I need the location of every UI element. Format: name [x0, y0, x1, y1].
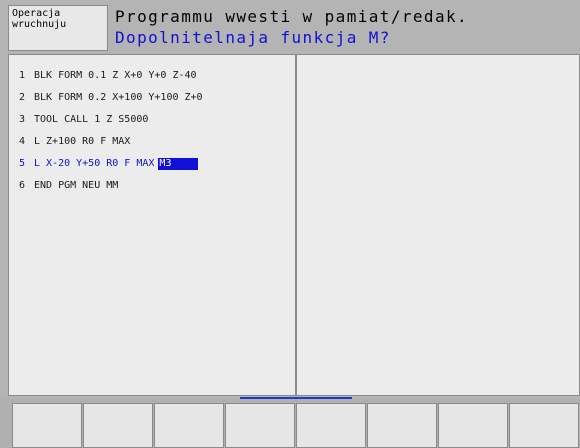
tnc-screen: Operacja wruchnuju Programmu wwesti w pa…: [0, 0, 580, 448]
line-number: 2: [19, 92, 26, 103]
line-text: BLK FORM 0.2 X+100 Y+100 Z+0: [34, 92, 203, 103]
softkey-6[interactable]: [367, 403, 437, 448]
line-text: END PGM NEU MM: [34, 180, 119, 191]
line-text: BLK FORM 0.1 Z X+0 Y+0 Z-40: [34, 70, 197, 81]
softkey-4[interactable]: [225, 403, 295, 448]
line-text: L Z+100 R0 F MAX: [34, 136, 131, 147]
mode-label-line2: wruchnuju: [12, 19, 67, 30]
line-number: 1: [19, 70, 26, 81]
mode-label-line1: Operacja: [12, 8, 61, 19]
softkey-5[interactable]: [296, 403, 366, 448]
program-line[interactable]: 1 BLK FORM 0.1 Z X+0 Y+0 Z-40: [9, 65, 295, 87]
line-number: 3: [19, 114, 26, 125]
softkey-2[interactable]: [83, 403, 153, 448]
softkey-7[interactable]: [438, 403, 508, 448]
softkey-3[interactable]: [154, 403, 224, 448]
line-number: 5: [19, 158, 26, 169]
program-line[interactable]: 4 L Z+100 R0 F MAX: [9, 131, 295, 153]
softkey-level-indicator: [240, 397, 352, 399]
program-line[interactable]: 6 END PGM NEU MM: [9, 175, 295, 197]
softkey-bar: [0, 397, 580, 448]
line-text: TOOL CALL 1 Z S5000: [34, 114, 149, 125]
program-line[interactable]: 2 BLK FORM 0.2 X+100 Y+100 Z+0: [9, 87, 295, 109]
program-line-active[interactable]: 5 L X-20 Y+50 R0 F MAX M3: [9, 153, 295, 175]
line-text: L X-20 Y+50 R0 F MAX: [34, 158, 155, 169]
graphics-pane: [296, 54, 580, 396]
softkey-1[interactable]: [12, 403, 82, 448]
dialog-prompt: Dopolnitelnaja funkcja M?: [115, 28, 391, 47]
operating-mode-box: Operacja wruchnuju: [8, 5, 108, 51]
input-cursor-field[interactable]: M3: [158, 158, 199, 170]
line-number: 6: [19, 180, 26, 191]
line-number: 4: [19, 136, 26, 147]
program-mode-title: Programmu wwesti w pamiat/redak.: [115, 7, 469, 26]
header-title-area: Programmu wwesti w pamiat/redak. Dopolni…: [110, 5, 580, 51]
softkey-8[interactable]: [509, 403, 579, 448]
program-listing-pane[interactable]: 1 BLK FORM 0.1 Z X+0 Y+0 Z-40 2 BLK FORM 0…: [8, 54, 296, 396]
program-line[interactable]: 3 TOOL CALL 1 Z S5000: [9, 109, 295, 131]
